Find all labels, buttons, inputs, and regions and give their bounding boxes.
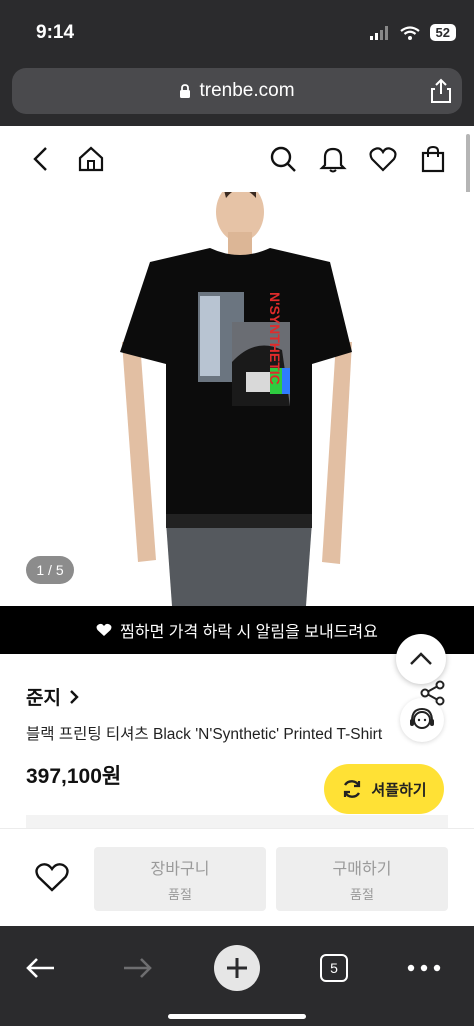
url-text: trenbe.com <box>199 80 295 101</box>
heart-icon <box>35 863 69 892</box>
url-bar[interactable]: trenbe.com <box>12 68 462 114</box>
bag-icon[interactable] <box>418 144 448 174</box>
product-title: 블랙 프린팅 티셔츠 Black 'N'Synthetic' Printed T… <box>26 726 383 743</box>
status-bar: 9:14 52 <box>0 0 474 64</box>
scroll-top-button[interactable] <box>396 634 446 684</box>
shuffle-button[interactable]: 셔플하기 <box>324 764 444 814</box>
gallery-page-indicator: 1 / 5 <box>26 556 74 584</box>
product-price: 397,100원 <box>26 765 122 788</box>
browser-back-icon[interactable] <box>20 940 60 996</box>
plus-icon <box>214 945 260 991</box>
wishlist-button[interactable] <box>32 857 72 897</box>
wifi-icon <box>399 25 420 40</box>
shuffle-button-label: 셔플하기 <box>371 781 427 799</box>
home-indicator <box>168 1014 306 1019</box>
home-icon[interactable] <box>76 144 106 174</box>
purchase-bar: 장바구니 품절 구매하기 품절 <box>0 828 474 926</box>
status-indicators: 52 <box>369 24 456 41</box>
buy-button-label: 구매하기 <box>332 861 392 878</box>
chevron-right-icon <box>70 689 79 704</box>
new-tab-button[interactable] <box>214 940 260 996</box>
chevron-up-icon <box>410 652 432 665</box>
search-icon[interactable] <box>268 144 298 174</box>
svg-text:N'SYNTHETIC: N'SYNTHETIC <box>267 292 283 385</box>
price-alert-text: 찜하면 가격 하락 시 알림을 보내드려요 <box>120 624 378 641</box>
cart-button-status: 품절 <box>168 887 192 902</box>
headset-icon <box>410 707 434 729</box>
brand-name: 준지 <box>26 688 61 709</box>
tabs-button[interactable]: 5 <box>318 940 350 996</box>
heart-icon[interactable] <box>368 144 398 174</box>
lock-icon <box>180 84 191 98</box>
add-to-cart-button[interactable]: 장바구니 품절 <box>94 847 266 911</box>
share-icon[interactable] <box>430 78 452 104</box>
heart-icon <box>96 623 112 636</box>
browser-toolbar-bottom: 5 <box>0 926 474 1026</box>
more-icon[interactable] <box>404 940 444 996</box>
cart-button-label: 장바구니 <box>150 861 210 878</box>
back-icon[interactable] <box>26 144 56 174</box>
product-photo: N'SYNTHETIC <box>120 192 352 606</box>
product-image[interactable]: N'SYNTHETIC joonggonara <box>0 192 474 606</box>
tab-count: 5 <box>320 954 348 982</box>
refresh-icon <box>344 780 361 798</box>
browser-toolbar-top: trenbe.com <box>0 64 474 126</box>
buy-button-status: 품절 <box>350 887 374 902</box>
buy-now-button[interactable]: 구매하기 품절 <box>276 847 448 911</box>
app-header <box>0 126 474 192</box>
brand-link[interactable]: 준지 <box>26 683 79 710</box>
signal-icon <box>369 25 388 40</box>
battery-indicator: 52 <box>429 24 456 41</box>
browser-forward-icon[interactable] <box>118 940 158 996</box>
status-time: 9:14 <box>36 22 75 43</box>
section-divider <box>26 815 448 829</box>
bell-icon[interactable] <box>318 144 348 174</box>
customer-service-button[interactable] <box>400 698 444 742</box>
